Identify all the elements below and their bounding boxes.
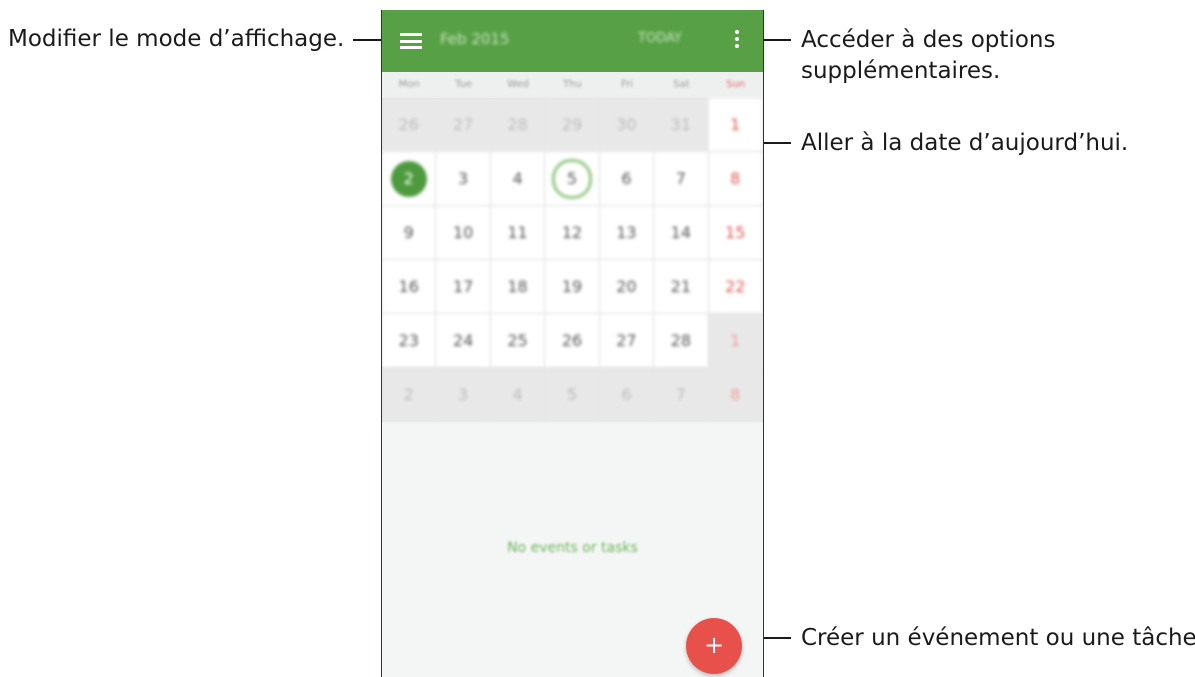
- day-cell[interactable]: 18: [490, 260, 546, 314]
- day-cell[interactable]: 27: [599, 314, 655, 368]
- weekday-label: Tue: [455, 79, 473, 90]
- day-cell[interactable]: 5: [545, 368, 600, 422]
- day-cell[interactable]: 8: [708, 368, 763, 422]
- day-cell[interactable]: 14: [654, 206, 709, 260]
- day-cell[interactable]: 28: [490, 98, 546, 152]
- calendar-screen: Feb 2015 TODAY Mon Tue Wed Thu Fri Sat S…: [381, 10, 764, 677]
- day-cell[interactable]: 11: [490, 206, 546, 260]
- day-cell[interactable]: 3: [436, 368, 491, 422]
- day-cell[interactable]: 1: [708, 98, 763, 152]
- day-cell[interactable]: 27: [436, 98, 491, 152]
- day-cell[interactable]: 6: [599, 368, 655, 422]
- day-cell[interactable]: 20: [599, 260, 655, 314]
- day-cell[interactable]: 3: [436, 152, 491, 206]
- day-cell[interactable]: 22: [708, 260, 763, 314]
- day-cell[interactable]: 17: [436, 260, 491, 314]
- day-cell[interactable]: 4: [490, 152, 546, 206]
- more-vertical-icon[interactable]: [735, 30, 741, 52]
- day-cell[interactable]: 19: [545, 260, 600, 314]
- day-cell[interactable]: 12: [545, 206, 600, 260]
- weekday-header: Mon Tue Wed Thu Fri Sat Sun: [382, 72, 763, 98]
- weekday-label: Fri: [620, 79, 633, 90]
- weekday-label: Thu: [563, 79, 582, 90]
- annotation-more-options-2: supplémentaires.: [801, 58, 1001, 84]
- today-button[interactable]: TODAY: [638, 31, 682, 46]
- day-cell[interactable]: 26: [545, 314, 600, 368]
- day-cell[interactable]: 23: [382, 314, 437, 368]
- day-cell[interactable]: 30: [599, 98, 655, 152]
- day-cell[interactable]: 28: [654, 314, 709, 368]
- month-grid: 26 27 28 29 30 31 1 2 3 4 5 6 7 8 9 10 1…: [382, 98, 763, 422]
- annotation-more-options-1: Accéder à des options: [801, 27, 1056, 53]
- day-cell[interactable]: 21: [654, 260, 709, 314]
- annotation-create: Créer un événement ou une tâche.: [801, 625, 1195, 651]
- weekday-label: Sun: [726, 79, 746, 90]
- day-cell[interactable]: 16: [382, 260, 437, 314]
- day-cell[interactable]: 13: [599, 206, 655, 260]
- day-cell[interactable]: 10: [436, 206, 491, 260]
- weekday-label: Mon: [398, 79, 420, 90]
- hamburger-menu-icon[interactable]: [400, 33, 422, 49]
- add-event-button[interactable]: +: [686, 618, 742, 674]
- day-cell[interactable]: 25: [490, 314, 546, 368]
- day-cell[interactable]: 15: [708, 206, 763, 260]
- weekday-label: Wed: [507, 79, 529, 90]
- day-cell[interactable]: 31: [654, 98, 709, 152]
- day-cell[interactable]: 9: [382, 206, 437, 260]
- day-cell[interactable]: 6: [599, 152, 655, 206]
- day-cell[interactable]: 8: [708, 152, 763, 206]
- annotation-view-mode: Modifier le mode d’affichage.: [8, 26, 345, 52]
- day-cell[interactable]: 4: [490, 368, 546, 422]
- day-cell[interactable]: 7: [654, 368, 709, 422]
- app-bar: Feb 2015 TODAY: [382, 10, 763, 72]
- day-cell[interactable]: 7: [654, 152, 709, 206]
- empty-state-text: No events or tasks: [507, 540, 638, 556]
- day-cell[interactable]: 26: [382, 98, 437, 152]
- day-cell[interactable]: 1: [708, 314, 763, 368]
- annotation-today: Aller à la date d’aujourd’hui.: [801, 130, 1129, 156]
- day-cell[interactable]: 2: [382, 368, 437, 422]
- day-cell[interactable]: 24: [436, 314, 491, 368]
- month-title[interactable]: Feb 2015: [440, 30, 510, 48]
- day-cell-selected[interactable]: 2: [382, 152, 437, 206]
- day-cell[interactable]: 29: [545, 98, 600, 152]
- weekday-label: Sat: [673, 79, 690, 90]
- day-cell-today[interactable]: 5: [545, 152, 600, 206]
- plus-icon: +: [703, 631, 725, 659]
